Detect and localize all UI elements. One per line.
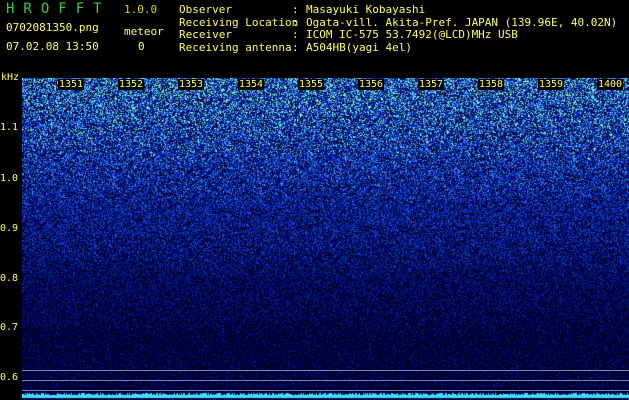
y-tick-label: 0.7 bbox=[0, 322, 19, 333]
x-tick-label: 1400 bbox=[597, 79, 624, 90]
info-row-observer: Observer: Masayuki Kobayashi bbox=[179, 3, 426, 16]
x-tick-label: 1356 bbox=[358, 79, 385, 90]
x-tick-label: 1355 bbox=[298, 79, 325, 90]
x-tick-label: 1354 bbox=[238, 79, 265, 90]
y-tick-label: 0.6 bbox=[0, 372, 19, 383]
x-tick-label: 1353 bbox=[178, 79, 205, 90]
x-tick-label: 1359 bbox=[538, 79, 565, 90]
image-filename: 0702081350.png bbox=[6, 21, 99, 34]
meteor-label: meteor bbox=[124, 25, 164, 38]
app-title: HROFFT bbox=[6, 1, 111, 17]
station-info: Observer: Masayuki Kobayashi Receiving Lo… bbox=[179, 3, 617, 54]
info-value: ICOM IC-575 53.7492(@LCD)MHz USB bbox=[306, 28, 518, 41]
y-axis-unit: kHz bbox=[1, 72, 20, 83]
y-tick-label: 0.9 bbox=[0, 223, 19, 234]
y-tick-label: 1.0 bbox=[0, 173, 19, 184]
hrofft-window: HROFFT 1.0.0 0702081350.png 07.02.08 13:… bbox=[0, 0, 629, 400]
x-tick-label: 1358 bbox=[478, 79, 505, 90]
x-tick-label: 1352 bbox=[118, 79, 145, 90]
app-version: 1.0.0 bbox=[124, 3, 158, 16]
info-key: Observer bbox=[179, 3, 232, 16]
capture-datetime: 07.02.08 13:50 bbox=[6, 40, 99, 53]
info-key: Receiver bbox=[179, 28, 232, 41]
spectrogram-plot[interactable] bbox=[22, 78, 629, 400]
x-tick-label: 1351 bbox=[58, 79, 85, 90]
meteor-count: 0 bbox=[138, 40, 145, 53]
info-row-antenna: Receiving antenna: A504HB(yagi 4el) bbox=[179, 40, 412, 54]
y-tick-label: 1.1 bbox=[0, 122, 19, 133]
reference-line bbox=[22, 370, 629, 371]
info-value: A504HB(yagi 4el) bbox=[306, 40, 412, 54]
info-value: Masayuki Kobayashi bbox=[306, 3, 426, 16]
reference-line bbox=[22, 390, 629, 391]
info-key: Receiving antenna bbox=[179, 40, 292, 54]
x-tick-label: 1357 bbox=[418, 79, 445, 90]
reference-line bbox=[22, 380, 629, 381]
y-tick-label: 0.8 bbox=[0, 273, 19, 284]
info-row-receiver: Receiver: ICOM IC-575 53.7492(@LCD)MHz US… bbox=[179, 28, 518, 41]
